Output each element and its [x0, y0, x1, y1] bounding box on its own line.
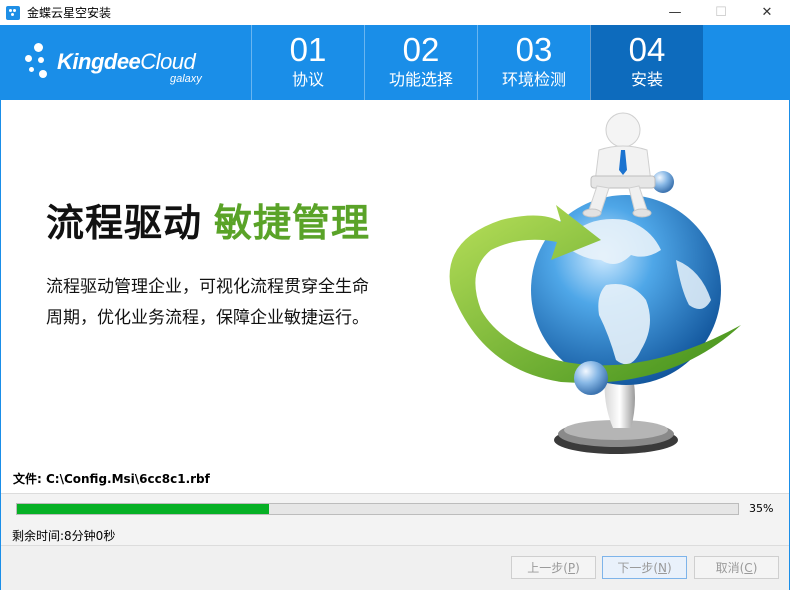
- description-line-2: 周期，优化业务流程，保障企业敏捷运行。: [46, 308, 369, 328]
- window-title: 金蝶云星空安装: [27, 6, 112, 20]
- installer-header: KingdeeCloud galaxy 01 协议 02 功能选择 03 环境检…: [1, 25, 789, 100]
- close-button[interactable]: ✕: [744, 0, 790, 25]
- remaining-time: 剩余时间:8分钟0秒: [12, 529, 116, 543]
- step-environment-check: 03 环境检测: [477, 25, 590, 100]
- app-icon: [6, 5, 20, 20]
- progress-area: 35% 剩余时间:8分钟0秒: [1, 493, 789, 545]
- content-panel: 流程驱动 敏捷管理 流程驱动管理企业，可视化流程贯穿全生命 周期，优化业务流程，保…: [1, 100, 789, 493]
- progress-percent: 35%: [749, 502, 774, 515]
- previous-button[interactable]: 上一步(P): [511, 556, 596, 579]
- kingdee-logo: KingdeeCloud galaxy: [25, 39, 225, 89]
- window-frame-left: [0, 25, 1, 590]
- current-file: 文件: C:\Config.Msi\6cc8c1.rbf: [13, 472, 210, 486]
- title-bar: 金蝶云星空安装 — ☐ ✕: [0, 0, 790, 25]
- logo-dots-icon: [25, 43, 51, 83]
- step-indicator: 01 协议 02 功能选择 03 环境检测 04 安装: [251, 25, 703, 100]
- logo-wordmark: KingdeeCloud: [57, 49, 196, 74]
- step-feature-selection: 02 功能选择: [364, 25, 477, 100]
- description-line-1: 流程驱动管理企业，可视化流程贯穿全生命: [46, 277, 369, 297]
- description: 流程驱动管理企业，可视化流程贯穿全生命 周期，优化业务流程，保障企业敏捷运行。: [46, 272, 406, 334]
- headline-primary: 流程驱动: [46, 201, 203, 245]
- logo-subtitle: galaxy: [170, 73, 202, 85]
- step-agreement: 01 协议: [251, 25, 364, 100]
- globe-illustration: [449, 112, 741, 454]
- progress-fill: [17, 504, 270, 514]
- maximize-button[interactable]: ☐: [698, 0, 744, 25]
- window-controls: — ☐ ✕: [652, 0, 790, 25]
- next-button[interactable]: 下一步(N): [602, 556, 687, 579]
- step-install: 04 安装: [590, 25, 703, 100]
- button-bar: 上一步(P) 下一步(N) 取消(C): [1, 545, 789, 590]
- headline: 流程驱动 敏捷管理: [46, 192, 370, 247]
- cancel-button[interactable]: 取消(C): [694, 556, 779, 579]
- headline-accent: 敏捷管理: [214, 201, 371, 245]
- progress-bar: [16, 503, 739, 515]
- minimize-button[interactable]: —: [652, 0, 698, 25]
